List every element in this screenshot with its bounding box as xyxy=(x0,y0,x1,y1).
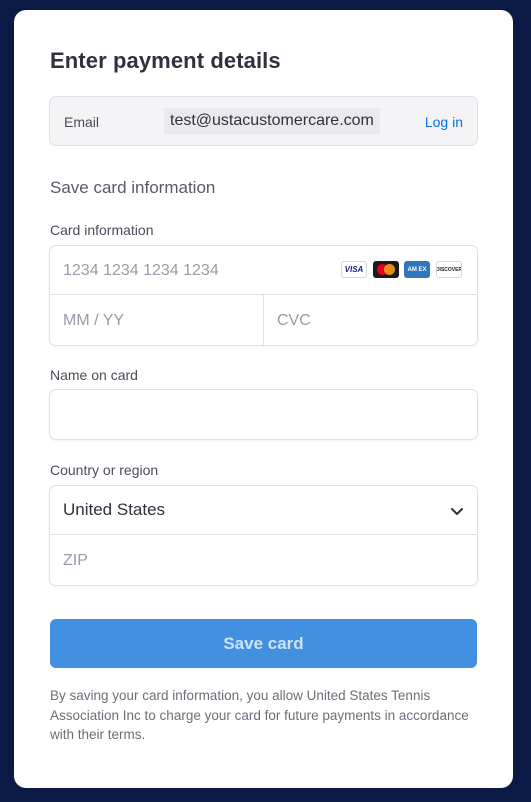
page-title: Enter payment details xyxy=(50,48,281,73)
card-information-group: 1234 1234 1234 1234 VISA AM EX DISCOVER … xyxy=(49,245,478,346)
zip-input[interactable]: ZIP xyxy=(63,552,88,570)
chevron-down-icon xyxy=(451,508,463,515)
login-link[interactable]: Log in xyxy=(425,114,463,130)
country-label: Country or region xyxy=(50,462,159,478)
email-value: test@ustacustomercare.com xyxy=(164,108,380,134)
mastercard-icon xyxy=(373,261,399,278)
email-label: Email xyxy=(64,114,100,130)
name-on-card-label: Name on card xyxy=(50,367,138,383)
disclaimer-text: By saving your card information, you all… xyxy=(50,688,469,742)
card-number-input[interactable]: 1234 1234 1234 1234 xyxy=(63,262,219,280)
expiry-input[interactable]: MM / YY xyxy=(63,312,124,330)
discover-icon: DISCOVER xyxy=(436,261,462,278)
divider xyxy=(50,534,477,535)
country-group: United States ZIP xyxy=(49,485,478,586)
amex-icon: AM EX xyxy=(404,261,430,278)
email-row: Email test@ustacustomercare.com Log in xyxy=(49,96,478,146)
section-title: Save card information xyxy=(50,178,216,197)
payment-card: Enter payment details Email test@ustacus… xyxy=(14,10,513,788)
save-card-button[interactable]: Save card xyxy=(50,619,477,668)
card-information-label: Card information xyxy=(50,222,154,238)
country-value: United States xyxy=(63,500,166,519)
divider xyxy=(263,295,264,345)
country-select[interactable]: United States xyxy=(50,486,477,534)
visa-icon: VISA xyxy=(341,261,367,278)
name-on-card-input[interactable] xyxy=(49,389,478,440)
cvc-input[interactable]: CVC xyxy=(277,312,311,330)
